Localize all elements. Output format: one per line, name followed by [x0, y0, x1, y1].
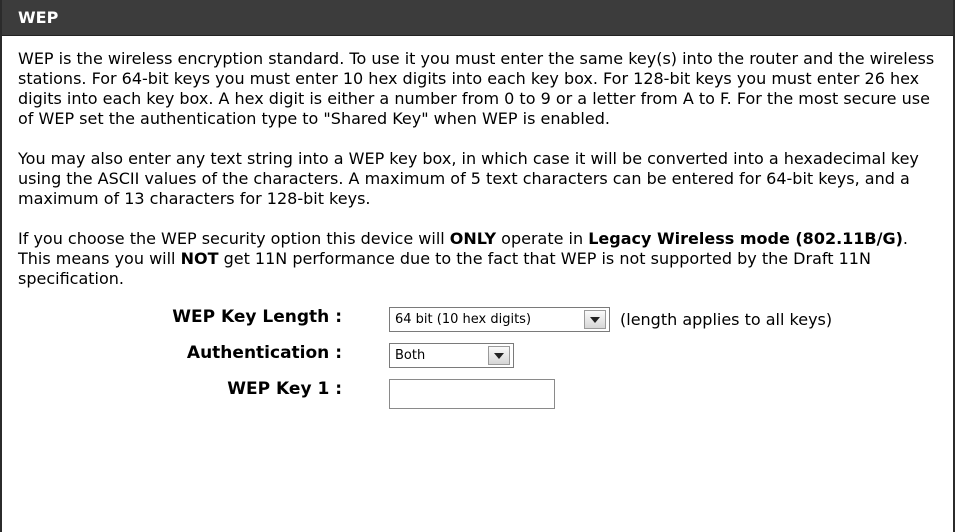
authentication-value: Both	[395, 347, 426, 363]
text-segment: If you choose the WEP security option th…	[18, 229, 450, 248]
description-paragraph-1: WEP is the wireless encryption standard.…	[18, 49, 935, 128]
key-length-hint: (length applies to all keys)	[620, 309, 833, 329]
emphasis-legacy-mode: Legacy Wireless mode (802.11B/G)	[588, 229, 903, 248]
section-header: WEP	[2, 0, 953, 36]
wep-key-length-label: WEP Key Length :	[172, 307, 342, 327]
authentication-row: Authentication : Both	[18, 339, 937, 375]
emphasis-only: ONLY	[449, 229, 497, 248]
chevron-down-icon[interactable]	[488, 346, 510, 365]
text-segment: operate in	[496, 229, 589, 248]
wep-key-1-label: WEP Key 1 :	[227, 379, 342, 399]
wep-description: WEP is the wireless encryption standard.…	[2, 36, 953, 411]
authentication-select[interactable]: Both	[389, 343, 514, 368]
wep-panel: WEP WEP is the wireless encryption stand…	[0, 0, 955, 532]
wep-key-length-select[interactable]: 64 bit (10 hex digits)	[389, 307, 610, 332]
wep-key-1-row: WEP Key 1 :	[18, 375, 937, 411]
section-title: WEP	[18, 8, 59, 27]
wep-key-length-row: WEP Key Length : 64 bit (10 hex digits) …	[18, 303, 937, 339]
emphasis-not: NOT	[180, 249, 219, 268]
description-paragraph-3: If you choose the WEP security option th…	[18, 229, 937, 289]
authentication-label: Authentication :	[186, 343, 342, 363]
wep-key-1-input[interactable]	[389, 379, 555, 409]
wep-key-length-value: 64 bit (10 hex digits)	[395, 311, 532, 327]
description-paragraph-2: You may also enter any text string into …	[18, 149, 919, 208]
chevron-down-icon[interactable]	[584, 310, 606, 329]
